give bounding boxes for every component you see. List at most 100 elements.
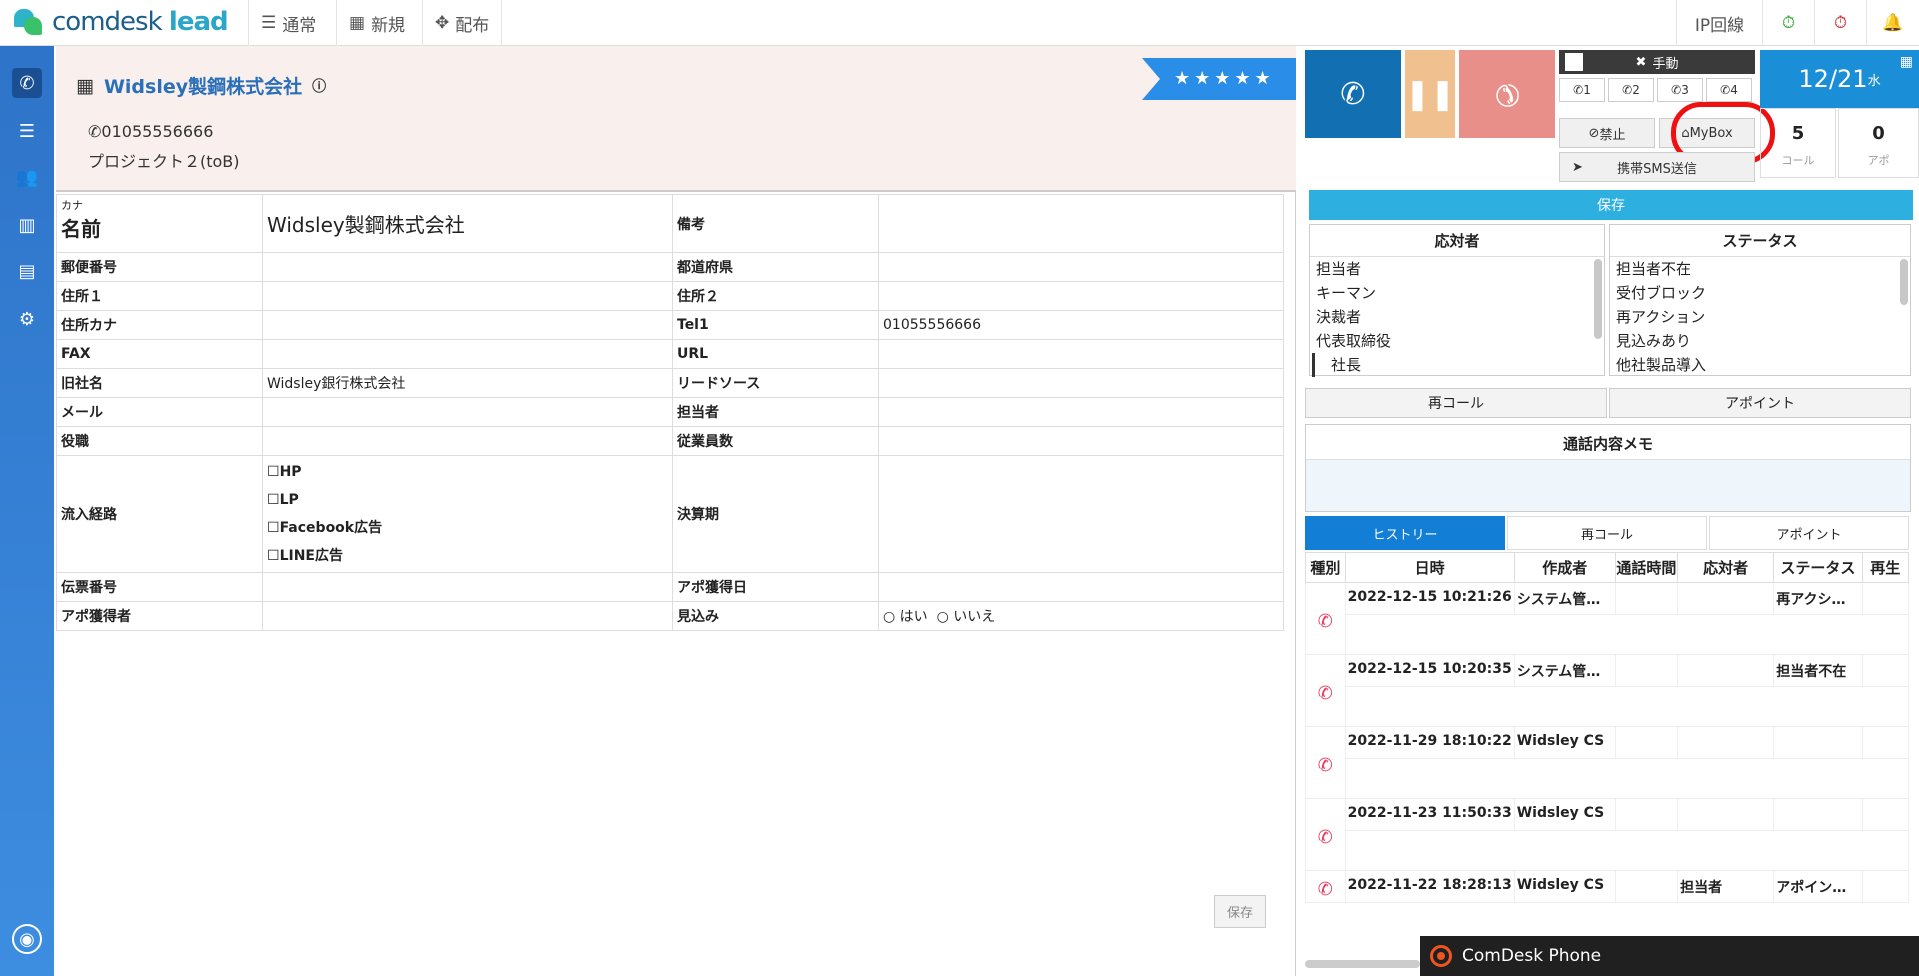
sms-button[interactable]: ➤ 携帯SMS送信 [1559,152,1755,182]
slip-field[interactable] [262,572,673,602]
field-value[interactable] [878,339,1284,369]
users-icon[interactable]: 👥 [12,162,42,192]
company-name-link[interactable]: Widsley製鋼株式会社 [104,72,302,99]
field-value[interactable] [262,281,673,311]
play-cell[interactable] [1861,870,1910,903]
inflow-checkbox[interactable]: ☐LP [267,486,668,514]
play-cell[interactable] [1861,654,1910,687]
memo-textarea[interactable] [1306,459,1910,511]
line-2-button[interactable]: ✆ 2 [1608,78,1654,102]
field-value[interactable] [878,397,1284,427]
ban-button[interactable]: ⊘ 禁止 [1559,118,1655,148]
field-value[interactable] [878,368,1284,398]
responder-list[interactable]: 応対者 担当者 キーマン 決裁者 代表取締役 社長 [1309,224,1605,377]
info-icon[interactable]: ⓘ [312,76,326,96]
field-value[interactable] [262,252,673,282]
outgoing-call-icon: ✆ [1305,654,1346,727]
name-value[interactable]: Widsley製鋼株式会社 [262,194,673,253]
list-icon: ☰ [261,13,277,33]
apo-date-field[interactable] [878,572,1284,602]
inflow-checkbox[interactable]: ☐HP [267,458,668,486]
manual-checkbox[interactable] [1565,53,1583,71]
list-item[interactable]: 他社製品導入 [1610,353,1910,377]
list-item[interactable]: 決裁者 [1310,305,1604,329]
scrollbar[interactable] [1594,259,1602,339]
recall-button[interactable]: 再コール [1305,388,1607,418]
field-value[interactable]: Widsley銀行株式会社 [262,368,673,398]
database-icon[interactable]: ☰ [12,116,42,146]
logo[interactable]: comdesk lead [14,7,229,37]
list-item[interactable]: キーマン [1310,281,1604,305]
list-item[interactable]: 受付ブロック [1610,281,1910,305]
list-item[interactable]: 担当者不在 [1610,257,1910,281]
list-item[interactable]: 担当者 [1310,257,1604,281]
list-item[interactable]: 社長 [1312,353,1604,377]
play-cell[interactable] [1861,582,1910,615]
hold-button[interactable]: ❚❚ [1405,50,1455,138]
remarks-field[interactable] [878,194,1284,253]
field-value[interactable] [262,339,673,369]
radio-no[interactable]: ○ いいえ [937,609,996,625]
table-row[interactable]: ✆ 2022-12-15 10:20:35 システム管… 担当者不在 [1305,654,1910,727]
manual-toggle[interactable]: ✖ 手動 [1559,50,1755,74]
field-value[interactable] [878,252,1284,282]
phone-panel: ✆ ❚❚ ✆ ✖ 手動 ✆ 1 ✆ 2 ✆ 3 ✆ 4 ⊘ 禁止 ⌂ MyBox ➤ 携帯SMS… [1303,46,1919,976]
line-4-button[interactable]: ✆ 4 [1706,78,1752,102]
nav-distribute-button[interactable]: ✥ 配布 [422,0,503,46]
play-cell[interactable] [1861,726,1910,759]
list-item[interactable]: 代表取締役 [1310,329,1604,353]
tab-appoint[interactable]: アポイント [1709,516,1909,550]
timer-red-icon[interactable]: ⏱ [1814,0,1866,46]
rating-ribbon[interactable]: ★★★★★ [1142,58,1296,100]
tab-recall[interactable]: 再コール [1507,516,1707,550]
play-cell[interactable] [1861,798,1910,831]
bell-icon[interactable]: 🔔 [1866,0,1919,46]
field-value[interactable]: 01055556666 [878,310,1284,340]
status-list[interactable]: ステータス 担当者不在 受付ブロック 再アクション 見込みあり 他社製品導入 [1609,224,1911,376]
inflow-checkbox[interactable]: ☐Facebook広告 [267,514,668,542]
list-item[interactable]: 見込みあり [1610,329,1910,353]
tab-history[interactable]: ヒストリー [1305,516,1505,550]
column-header: 種別 [1305,552,1346,583]
field-value[interactable] [878,281,1284,311]
line-3-button[interactable]: ✆ 3 [1657,78,1703,102]
appoint-button[interactable]: アポイント [1609,388,1911,418]
header-project: プロジェクト２(toB) [88,152,240,171]
column-header: 再生 [1861,552,1910,583]
column-header: ステータス [1773,552,1863,583]
gear-icon[interactable]: ⚙ [12,304,42,334]
phone-icon[interactable]: ✆ [12,68,42,98]
field-value[interactable] [262,397,673,427]
form-save-button[interactable]: 保存 [1214,895,1267,928]
board-icon[interactable]: ▤ [12,256,42,286]
line-1-button[interactable]: ✆ 1 [1559,78,1605,102]
nav-new-button[interactable]: ▦ 新規 [336,0,417,46]
field-value[interactable] [262,426,673,456]
field-label: 都道府県 [672,252,879,282]
apo-person-field[interactable] [262,601,673,631]
table-row[interactable]: ✆ 2022-11-23 11:50:33 Widsley CS [1305,798,1910,871]
field-value[interactable] [878,426,1284,456]
rating-stars: ★★★★★ [1174,68,1275,89]
table-row[interactable]: ✆ 2022-11-29 18:10:22 Widsley CS [1305,726,1910,799]
table-row[interactable]: ✆ 2022-11-22 18:28:13 Widsley CS 担当者 アポイ… [1305,870,1910,903]
radio-yes[interactable]: ○ はい [883,609,928,625]
phone-save-button[interactable]: 保存 [1309,190,1913,220]
close-icon: ✖ [1635,54,1647,70]
chart-icon[interactable]: ▥ [12,210,42,240]
nav-normal-button[interactable]: ☰ 通常 [248,0,328,46]
field-value[interactable] [262,310,673,340]
user-avatar-icon[interactable]: ◉ [12,924,42,954]
fiscal-field[interactable] [878,455,1284,573]
inflow-checkbox[interactable]: ☐LINE広告 [267,542,668,570]
calendar-icon[interactable]: ▦ [1900,54,1913,70]
call-button[interactable]: ✆ [1305,50,1401,138]
horizontal-scrollbar[interactable] [1305,960,1420,968]
timer-green-icon[interactable]: ⏱ [1762,0,1814,46]
list-item[interactable]: 再アクション [1610,305,1910,329]
comdesk-phone-bar[interactable]: ComDesk Phone [1420,936,1919,976]
hangup-button[interactable]: ✆ [1459,50,1555,138]
ip-line-button[interactable]: IP回線 [1676,0,1762,46]
scrollbar[interactable] [1900,259,1908,305]
table-row[interactable]: ✆ 2022-12-15 10:21:26 システム管… 再アクシ… [1305,582,1910,655]
